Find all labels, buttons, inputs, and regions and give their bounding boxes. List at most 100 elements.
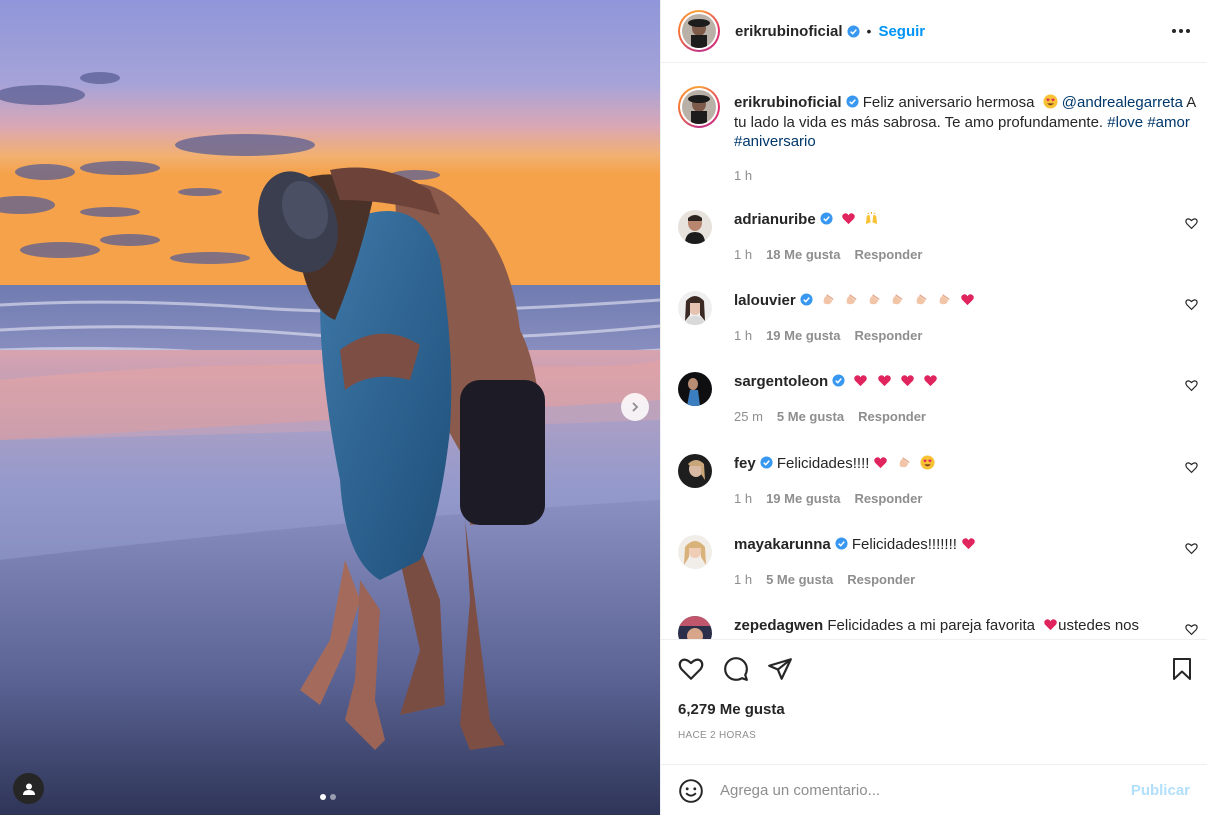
next-slide-button[interactable] [621,393,649,421]
carousel-indicator [320,794,336,800]
like-comment-heart-icon[interactable] [1185,298,1198,311]
like-comment-heart-icon[interactable] [1185,542,1198,555]
commenter-avatar[interactable] [678,210,712,244]
commenter-username[interactable]: fey [734,455,756,472]
commenter-username[interactable]: lalouvier [734,292,796,309]
commenter-avatar-image [678,616,712,639]
commenter-avatar-image [678,535,712,569]
reply-button[interactable]: Responder [855,247,923,262]
reply-button[interactable]: Responder [855,491,923,506]
author-avatar[interactable] [678,10,720,52]
share-paper-plane-icon[interactable] [767,656,793,682]
comment-text: Felicidades a mi pareja favorita [827,617,1035,634]
comment-time[interactable]: 1 h [734,572,752,587]
caption-username[interactable]: erikrubinoficial [734,94,842,111]
comment-text-continued: ustedes nos [1058,617,1140,634]
caption-body: Feliz aniversario hermosa [862,94,1035,111]
emoji-picker-icon[interactable] [678,778,704,804]
comment-likes[interactable]: 5 Me gusta [777,409,844,424]
hashtag-link[interactable]: #love [1107,114,1143,131]
commenter-username[interactable]: zepedagwen [734,617,823,634]
caption-mention-link[interactable]: @andrealegarreta [1062,94,1183,111]
comments-section[interactable]: erikrubinoficial Feliz aniversario hermo… [661,64,1207,639]
caption-timestamp[interactable]: 1 h [734,168,1198,183]
comment-item: sargentoleon 25 m 5 Me gusta Responder [678,372,1198,442]
comment-input[interactable] [720,782,1110,799]
caption-avatar[interactable] [678,86,720,128]
commenter-avatar[interactable] [678,454,712,488]
follow-button[interactable]: Seguir [878,23,925,40]
author-username[interactable]: erikrubinoficial [735,23,843,40]
commenter-avatar[interactable] [678,291,712,325]
reply-button[interactable]: Responder [847,572,915,587]
commenter-username[interactable]: adrianuribe [734,211,816,228]
post-photo [0,0,660,815]
comment-body: fey Felicidades!!!! [734,454,1154,474]
commenter-avatar-image [678,210,712,244]
hashtag-link[interactable]: #aniversario [734,133,816,150]
like-comment-heart-icon[interactable] [1185,217,1198,230]
post-actions: 6,279 Me gusta HACE 2 HORAS Publicar [661,639,1207,815]
commenter-avatar[interactable] [678,372,712,406]
commenter-avatar[interactable] [678,616,712,639]
comment-likes[interactable]: 5 Me gusta [766,572,833,587]
tagged-users-button[interactable] [13,773,44,804]
comment-body: zepedagwen Felicidades a mi pareja favor… [734,616,1154,636]
comment-likes[interactable]: 19 Me gusta [766,491,840,506]
like-comment-heart-icon[interactable] [1185,379,1198,392]
post-caption: erikrubinoficial Feliz aniversario hermo… [678,86,1198,183]
comment-item: lalouvier 1 h 19 Me gusta Responder [678,291,1198,361]
post-time[interactable]: HACE 2 HORAS [678,730,756,741]
beach-couple-photo [0,0,660,815]
comment-time[interactable]: 1 h [734,247,752,262]
verified-badge-icon [760,456,773,469]
more-options-button[interactable] [1172,23,1190,39]
header-separator: • [866,23,872,39]
comment-item: zepedagwen Felicidades a mi pareja favor… [678,616,1198,639]
comment-item: mayakarunna Felicidades!!!!!!! 1 h 5 Me … [678,535,1198,605]
comment-time[interactable]: 1 h [734,328,752,343]
comment-likes[interactable]: 19 Me gusta [766,328,840,343]
add-comment-bar: Publicar [661,764,1207,815]
red-heart-emoji-icon [962,538,975,550]
comment-text: Felicidades!!!! [776,455,870,472]
carousel-dot [330,794,336,800]
commenter-avatar-image [678,291,712,325]
comment-likes[interactable]: 18 Me gusta [766,247,840,262]
heart-eyes-emoji-icon [1043,94,1058,109]
like-comment-heart-icon[interactable] [1185,623,1198,636]
action-bar [678,656,1194,684]
commenter-username[interactable]: mayakarunna [734,536,831,553]
chevron-right-icon [632,402,639,412]
like-heart-icon[interactable] [678,656,704,682]
red-heart-emoji-icon [1044,619,1057,631]
comment-meta: 1 h 19 Me gusta Responder [734,328,922,343]
instagram-post-modal: erikrubinoficial • Seguir erikrubinofici… [0,0,1207,815]
reply-button[interactable]: Responder [855,328,923,343]
post-side-panel: erikrubinoficial • Seguir erikrubinofici… [660,0,1207,815]
comment-item: adrianuribe 1 h 18 Me gusta Responder [678,210,1198,280]
comment-body: adrianuribe [734,210,1154,230]
commenter-avatar[interactable] [678,535,712,569]
comment-body: sargentoleon [734,372,1154,392]
red-heart-emoji-icon [961,294,974,306]
comment-bubble-icon[interactable] [723,656,749,682]
like-comment-heart-icon[interactable] [1185,461,1198,474]
clapping-hands-emoji-icon [823,294,834,305]
red-heart-emoji-icon [900,375,914,387]
likes-count[interactable]: 6,279 Me gusta [678,701,785,718]
red-heart-emoji-icon [924,375,937,387]
clapping-hands-emoji-icon [939,294,950,305]
hashtag-link[interactable]: #amor [1147,114,1190,131]
publish-button[interactable]: Publicar [1131,782,1190,799]
comment-time[interactable]: 25 m [734,409,763,424]
reply-button[interactable]: Responder [858,409,926,424]
raising-hands-emoji-icon [865,211,878,225]
comment-time[interactable]: 1 h [734,491,752,506]
verified-badge-icon [820,212,833,225]
post-header: erikrubinoficial • Seguir [661,0,1207,63]
clapping-hands-emoji-icon [916,294,927,305]
save-bookmark-icon[interactable] [1170,656,1194,682]
author-avatar-image [682,14,716,48]
commenter-username[interactable]: sargentoleon [734,373,828,390]
